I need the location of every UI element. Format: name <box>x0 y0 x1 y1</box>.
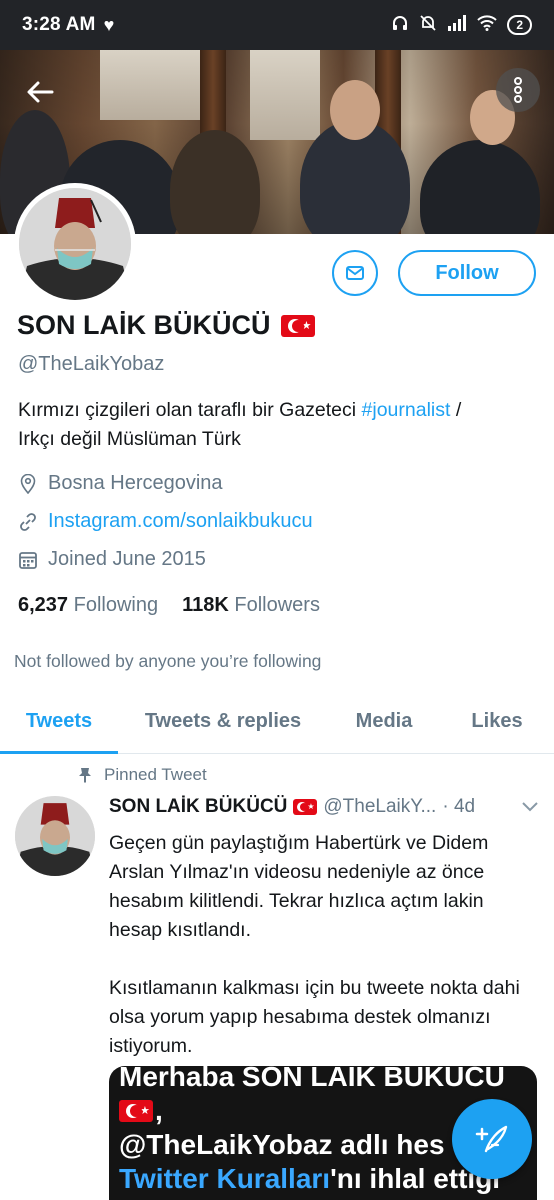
bio-hashtag[interactable]: #journalist <box>362 399 451 421</box>
signal-icon <box>447 14 467 36</box>
compose-tweet-button[interactable] <box>452 1099 532 1179</box>
link-icon <box>18 511 38 533</box>
bio-text: Kırmızı çizgileri olan taraflı bir Gazet… <box>18 399 362 421</box>
profile-joined: Joined June 2015 <box>18 548 206 571</box>
banner-person <box>170 130 260 234</box>
tweet-paragraph-2: Kısıtlamanın kalkması için bu tweete nok… <box>109 977 520 1057</box>
profile-handle: @TheLaikYobaz <box>18 353 165 375</box>
compose-tweet-icon <box>475 1125 508 1153</box>
follow-button[interactable]: Follow <box>398 250 536 296</box>
turkey-flag-icon: ★ <box>293 799 318 815</box>
back-arrow-icon <box>27 81 54 103</box>
headphones-icon <box>391 14 409 37</box>
following-number: 6,237 <box>18 594 69 616</box>
battery-indicator: 2 <box>507 15 532 35</box>
tweet-body[interactable]: Geçen gün paylaştığım Habertürk ve Didem… <box>109 829 539 1090</box>
profile-name-text: SON LAİK BÜKÜCÜ <box>17 310 271 340</box>
profile-name: SON LAİK BÜKÜCÜ ★ <box>17 310 315 341</box>
turkey-flag-icon: ★ <box>280 314 315 337</box>
bio-slash: / <box>450 399 462 421</box>
not-followed-notice: Not followed by anyone you’re following <box>14 651 322 671</box>
turkey-flag-icon: ★ <box>119 1100 153 1122</box>
location-text: Bosna Hercegovina <box>48 472 223 494</box>
tweet-time: · 4d <box>442 796 476 817</box>
avatar-image <box>19 188 131 300</box>
pin-icon <box>79 768 91 783</box>
pinned-tweet-indicator: Pinned Tweet <box>78 765 207 785</box>
status-time: 3:28 AM <box>22 14 96 35</box>
more-options-button[interactable] <box>496 68 540 112</box>
tab-media[interactable]: Media <box>328 690 440 753</box>
following-count[interactable]: 6,237 Following <box>18 594 158 617</box>
banner-window <box>250 50 320 140</box>
follow-counts: 6,237 Following 118K Followers <box>18 594 320 617</box>
more-vertical-icon <box>514 77 522 103</box>
media-line-1: Merhaba SON LAİK BÜKÜCÜ <box>119 1066 505 1092</box>
back-button[interactable] <box>18 70 62 114</box>
banner-face <box>330 80 380 140</box>
tweet-paragraph-1: Geçen gün paylaştığım Habertürk ve Didem… <box>109 832 489 941</box>
media-line-4-blue: Twitter Kuralları <box>119 1163 331 1194</box>
profile-avatar[interactable] <box>14 183 136 305</box>
heart-icon: ♥ <box>103 14 115 35</box>
profile-bio: Kırmızı çizgileri olan taraflı bir Gazet… <box>18 396 548 454</box>
tweet-author-avatar[interactable] <box>15 796 95 876</box>
profile-tabs: Tweets Tweets & replies Media Likes <box>0 690 554 754</box>
status-icons: 2 <box>391 14 532 37</box>
wifi-icon <box>477 14 498 36</box>
followers-count[interactable]: 118K Followers <box>182 594 320 617</box>
tab-likes[interactable]: Likes <box>440 690 554 753</box>
status-bar: 3:28 AM ♥ 2 <box>0 0 554 50</box>
location-pin-icon <box>18 473 38 495</box>
mute-bell-icon <box>419 14 437 37</box>
joined-text: Joined June 2015 <box>48 548 206 570</box>
tweet-author-name[interactable]: SON LAİK BÜKÜCÜ <box>109 796 287 818</box>
profile-website[interactable]: Instagram.com/sonlaikbukucu <box>18 510 313 533</box>
tweet-author-handle: @TheLaikY... <box>323 796 437 817</box>
message-button[interactable] <box>332 250 378 296</box>
tab-tweets[interactable]: Tweets <box>0 690 118 754</box>
pinned-label: Pinned Tweet <box>104 765 207 784</box>
tweet-header: SON LAİK BÜKÜCÜ ★ @TheLaikY... · 4d <box>109 796 539 818</box>
profile-location: Bosna Hercegovina <box>18 472 223 495</box>
calendar-icon <box>18 549 38 571</box>
banner-person <box>420 140 540 234</box>
followers-number: 118K <box>182 594 229 616</box>
mail-icon <box>346 266 364 280</box>
bio-line-2: Irkçı değil Müslüman Türk <box>18 428 241 450</box>
chevron-down-icon[interactable] <box>521 796 539 818</box>
followers-label: Followers <box>234 594 320 616</box>
following-label: Following <box>73 594 159 616</box>
media-line-2: , <box>155 1095 163 1126</box>
website-link[interactable]: Instagram.com/sonlaikbukucu <box>48 510 313 533</box>
tab-tweets-replies[interactable]: Tweets & replies <box>118 690 328 753</box>
